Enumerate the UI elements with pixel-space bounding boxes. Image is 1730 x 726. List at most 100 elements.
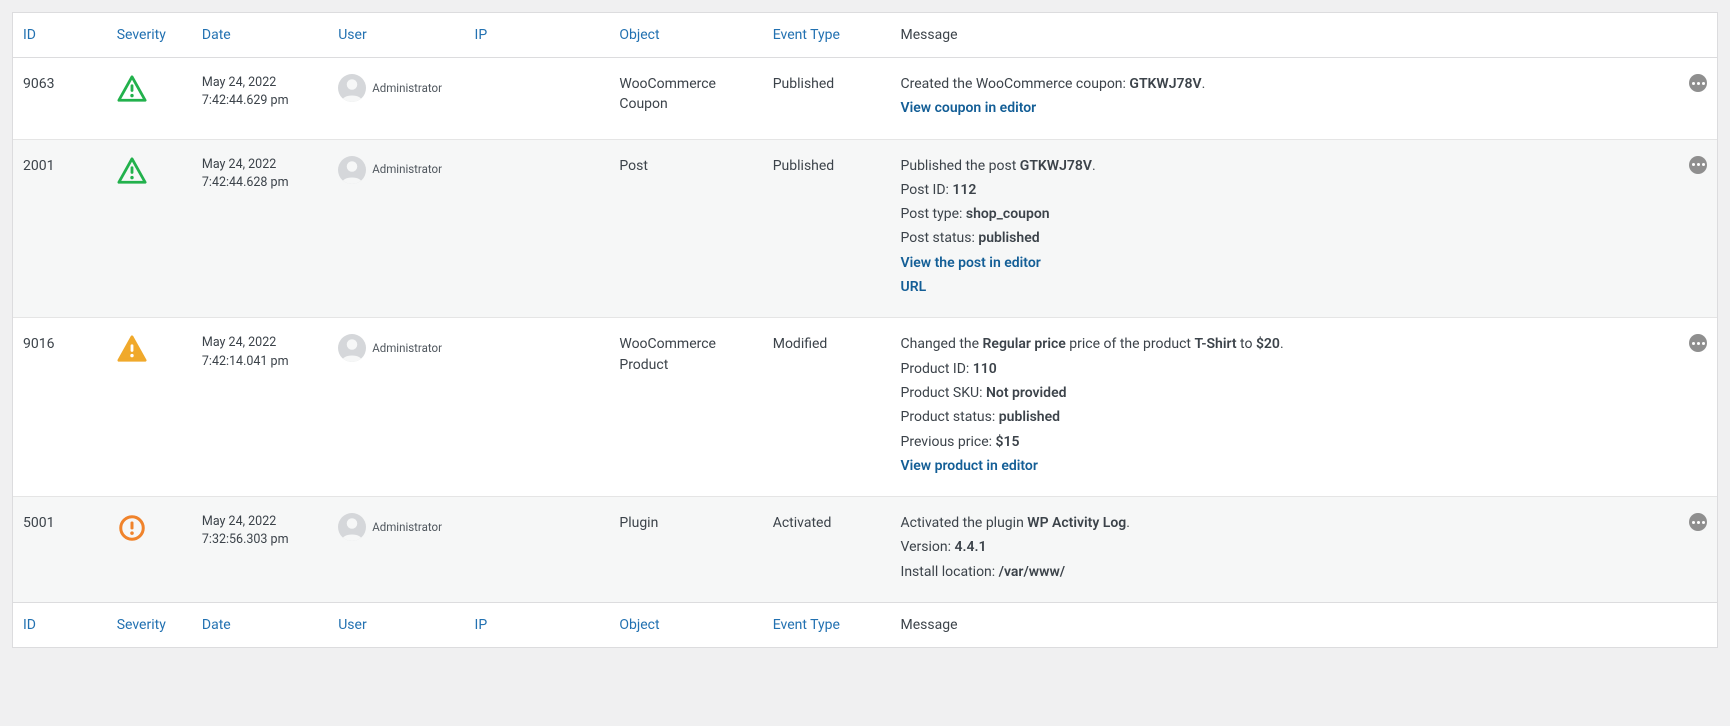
cell-ip — [465, 58, 610, 140]
col-header-object[interactable]: Object — [609, 13, 762, 58]
cell-severity — [107, 58, 192, 140]
cell-date: May 24, 20227:32:56.303 pm — [192, 497, 328, 603]
message-link[interactable]: View coupon in editor — [901, 100, 1037, 116]
col-footer-date[interactable]: Date — [192, 603, 328, 648]
date-line: May 24, 2022 — [202, 334, 318, 352]
cell-id: 5001 — [13, 497, 107, 603]
user-name[interactable]: Administrator — [372, 519, 442, 536]
table-row: 9016 May 24, 20227:42:14.041 pm Administ… — [13, 318, 1717, 497]
table-foot: ID Severity Date User IP Object Event Ty… — [13, 603, 1717, 648]
date-line: May 24, 2022 — [202, 74, 318, 92]
severity-low-icon — [117, 156, 147, 186]
cell-object: Plugin — [609, 497, 762, 603]
severity-high-icon — [117, 513, 147, 543]
cell-message: Activated the plugin WP Activity Log. Ver… — [891, 497, 1675, 603]
activity-log-table: ID Severity Date User IP Object Event Ty… — [12, 12, 1718, 648]
avatar-icon — [338, 334, 366, 362]
message-link[interactable]: View product in editor — [901, 458, 1038, 474]
cell-user: Administrator — [328, 497, 464, 603]
date-line: 7:42:44.629 pm — [202, 92, 318, 110]
cell-severity — [107, 318, 192, 497]
message-line: Post type: shop_coupon — [901, 204, 1665, 224]
col-footer-user[interactable]: User — [328, 603, 464, 648]
col-footer-id[interactable]: ID — [13, 603, 107, 648]
message-link[interactable]: View the post in editor — [901, 255, 1041, 271]
severity-medium-icon — [117, 334, 147, 364]
cell-date: May 24, 20227:42:14.041 pm — [192, 318, 328, 497]
message-line: View the post in editor — [901, 253, 1665, 273]
message-link[interactable]: URL — [901, 279, 927, 295]
col-footer-event-type[interactable]: Event Type — [763, 603, 891, 648]
avatar-icon — [338, 156, 366, 184]
cell-object: Post — [609, 139, 762, 318]
cell-message: Published the post GTKWJ78V. Post ID: 112… — [891, 139, 1675, 318]
col-footer-message: Message — [891, 603, 1675, 648]
message-line: Activated the plugin WP Activity Log. — [901, 513, 1665, 533]
cell-severity — [107, 139, 192, 318]
message-line: Product status: published — [901, 407, 1665, 427]
date-line: 7:42:44.628 pm — [202, 174, 318, 192]
row-more-button[interactable] — [1689, 156, 1707, 174]
col-footer-actions — [1674, 603, 1717, 648]
col-header-user[interactable]: User — [328, 13, 464, 58]
cell-message: Changed the Regular price price of the p… — [891, 318, 1675, 497]
row-more-button[interactable] — [1689, 334, 1707, 352]
cell-actions — [1674, 497, 1717, 603]
col-header-date[interactable]: Date — [192, 13, 328, 58]
cell-event-type: Published — [763, 139, 891, 318]
cell-object: WooCommerce Product — [609, 318, 762, 497]
row-more-button[interactable] — [1689, 513, 1707, 531]
severity-low-icon — [117, 74, 147, 104]
cell-ip — [465, 139, 610, 318]
col-header-ip[interactable]: IP — [465, 13, 610, 58]
cell-id: 2001 — [13, 139, 107, 318]
cell-severity — [107, 497, 192, 603]
cell-date: May 24, 20227:42:44.629 pm — [192, 58, 328, 140]
col-footer-severity[interactable]: Severity — [107, 603, 192, 648]
message-line: Version: 4.4.1 — [901, 537, 1665, 557]
cell-id: 9063 — [13, 58, 107, 140]
message-line: Product SKU: Not provided — [901, 383, 1665, 403]
message-line: View product in editor — [901, 456, 1665, 476]
col-header-id[interactable]: ID — [13, 13, 107, 58]
date-line: 7:42:14.041 pm — [202, 353, 318, 371]
message-line: Created the WooCommerce coupon: GTKWJ78V… — [901, 74, 1665, 94]
message-line: View coupon in editor — [901, 98, 1665, 118]
table-row: 9063 May 24, 20227:42:44.629 pm Administ… — [13, 58, 1717, 140]
cell-user: Administrator — [328, 318, 464, 497]
col-footer-ip[interactable]: IP — [465, 603, 610, 648]
message-line: Changed the Regular price price of the p… — [901, 334, 1665, 354]
col-header-severity[interactable]: Severity — [107, 13, 192, 58]
table-body: 9063 May 24, 20227:42:44.629 pm Administ… — [13, 58, 1717, 603]
col-header-actions — [1674, 13, 1717, 58]
message-line: Previous price: $15 — [901, 432, 1665, 452]
cell-user: Administrator — [328, 139, 464, 318]
message-line: Post ID: 112 — [901, 180, 1665, 200]
col-footer-object[interactable]: Object — [609, 603, 762, 648]
message-line: Product ID: 110 — [901, 359, 1665, 379]
user-name[interactable]: Administrator — [372, 340, 442, 357]
cell-actions — [1674, 139, 1717, 318]
message-line: Published the post GTKWJ78V. — [901, 156, 1665, 176]
user-name[interactable]: Administrator — [372, 80, 442, 97]
message-line: Post status: published — [901, 228, 1665, 248]
cell-date: May 24, 20227:42:44.628 pm — [192, 139, 328, 318]
cell-user: Administrator — [328, 58, 464, 140]
table-head: ID Severity Date User IP Object Event Ty… — [13, 13, 1717, 58]
date-line: May 24, 2022 — [202, 513, 318, 531]
cell-ip — [465, 497, 610, 603]
cell-actions — [1674, 318, 1717, 497]
avatar-icon — [338, 513, 366, 541]
user-name[interactable]: Administrator — [372, 161, 442, 178]
row-more-button[interactable] — [1689, 74, 1707, 92]
cell-actions — [1674, 58, 1717, 140]
message-line: Install location: /var/www/ — [901, 562, 1665, 582]
date-line: May 24, 2022 — [202, 156, 318, 174]
message-line: URL — [901, 277, 1665, 297]
date-line: 7:32:56.303 pm — [202, 531, 318, 549]
cell-message: Created the WooCommerce coupon: GTKWJ78V… — [891, 58, 1675, 140]
col-header-event-type[interactable]: Event Type — [763, 13, 891, 58]
col-header-message: Message — [891, 13, 1675, 58]
avatar-icon — [338, 74, 366, 102]
cell-object: WooCommerce Coupon — [609, 58, 762, 140]
